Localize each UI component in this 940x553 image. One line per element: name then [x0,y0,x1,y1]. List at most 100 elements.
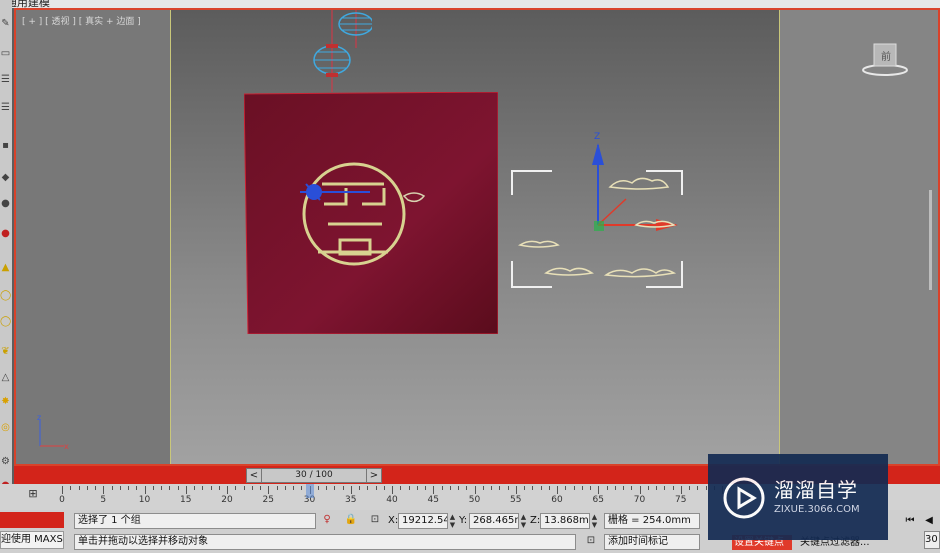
trackbar-cursor[interactable] [305,484,314,498]
trackbar-tick [705,486,707,490]
trackbar-tick [359,486,360,490]
view-cube-face-label: 前 [881,52,891,63]
trackbar-tick [507,486,509,490]
light-icon[interactable]: ◆ [0,172,11,184]
trackbar-tick [697,486,699,490]
watermark-title: 溜溜自学 [774,478,858,502]
previous-frame-icon[interactable]: ◀ [921,514,937,528]
viewport-right-handle[interactable] [923,180,938,300]
trackbar-tick [664,486,666,490]
record-icon[interactable]: ● [0,228,11,240]
trackbar-tick [95,486,96,490]
trackbar-tick [62,486,63,494]
trackbar-tick [276,486,278,490]
viewport-label[interactable]: [ + ] [ 透视 ] [ 真实 + 边面 ] [22,14,141,27]
lantern-objects[interactable] [292,10,372,92]
svg-text:z: z [37,413,41,422]
trackbar-tick [111,486,113,490]
trackbar-tick [194,486,195,490]
x-spinner[interactable]: ▲ ▼ [449,513,456,529]
trackbar-tick [540,486,542,490]
list-icon[interactable]: ☰ [0,74,11,86]
trackbar-tick [656,486,657,490]
time-slider[interactable]: < 30 / 100 > [246,468,382,483]
box-icon[interactable]: ▪ [0,140,11,152]
y-spinner[interactable]: ▲ ▼ [520,513,527,529]
trackbar-tick [647,486,649,490]
trackbar-tick [210,486,212,490]
ring-icon[interactable]: ◎ [0,422,11,434]
go-to-start-icon[interactable]: ⏮ [902,514,918,528]
trackbar-tick-label: 0 [59,495,65,505]
trackbar-tick-label: 65 [592,495,604,505]
z-coordinate-field[interactable]: 13.868mm [540,513,590,529]
trackbar-tick [202,486,204,490]
trackbar-tick [326,486,327,490]
y-coordinate-field[interactable]: 268.465mr [469,513,519,529]
play-logo-icon [723,477,765,519]
paint-icon[interactable]: ✎ [0,18,11,30]
add-time-tag[interactable]: 添加时间标记 [604,534,700,550]
title-bar: ?通用建模 [0,0,940,9]
torus-icon[interactable]: ◯ [0,290,11,302]
trackbar-tick [689,486,690,490]
time-next-button[interactable]: > [366,469,381,482]
trackbar-tick [301,486,303,490]
lock-icon[interactable]: 🔒 [344,513,358,527]
time-slider-label[interactable]: 30 / 100 [261,469,367,482]
absolute-mode-icon[interactable]: ⊡ [368,513,382,527]
time-tag-icon[interactable]: ⊡ [584,534,598,548]
x-coordinate-field[interactable]: 19212.545 [398,513,448,529]
watermark-url: ZIXUE.3066.COM [774,504,860,515]
trackbar-tick [400,486,402,490]
triangle-icon[interactable]: △ [0,372,11,384]
trackbar-tick-label: 70 [633,495,646,505]
trackbar-tick [350,486,352,494]
trackbar-tick [557,486,558,494]
trackbar-tick-label: 10 [138,495,151,505]
star-icon[interactable]: ✸ [0,396,11,408]
tool-icon[interactable]: ⚙ [0,456,11,468]
trackbar-tick-label: 50 [468,495,481,505]
trackbar-tick [449,486,451,490]
trackbar-tick [408,486,410,490]
perspective-viewport[interactable]: [ + ] [ 透视 ] [ 真实 + 边面 ] Z z x 前 [14,8,940,466]
trackbar-tick [466,486,468,490]
trackbar-tick [392,486,393,494]
trackbar-tick-label: 55 [510,495,522,505]
trackbar-tick-label: 20 [221,495,233,505]
left-toolbar: ✎ ▭ ☰ ☰ ▪ ◆ ● ● ▲ ◯ ◯ ❦ △ ✸ ◎ ⚙ ● [0,0,12,510]
list-icon-2[interactable]: ☰ [0,102,11,114]
time-prev-button[interactable]: < [247,469,262,482]
trackbar-tick [70,486,72,490]
trackbar-tick-label: 40 [386,495,398,505]
trackbar-tick [425,486,426,490]
prompt-line: 单击并拖动以选择并移动对象 [74,534,576,550]
trackbar-tick-label: 75 [675,495,687,505]
isolate-icon[interactable]: ♀ [320,513,334,527]
trackbar-tick [235,486,237,490]
trackbar-tick [565,486,567,490]
trackbar-tick [86,486,88,490]
sphere-icon[interactable]: ● [0,198,11,210]
trackbar-tick [631,486,633,490]
cone-icon[interactable]: ▲ [0,262,11,274]
trackbar-tick [532,486,534,490]
current-frame-field[interactable]: 30 [924,531,940,549]
maxscript-listener[interactable]: 迎使用 MAXScr [0,531,64,549]
panel-icon[interactable]: ▭ [0,48,11,60]
z-spinner[interactable]: ▲ ▼ [591,513,598,529]
leaf-icon[interactable]: ❦ [0,346,11,358]
viewport-margin-left [16,10,170,464]
trackbar-tick-label: 60 [551,495,563,505]
trackbar-tick [623,486,624,490]
trackbar-tick [499,486,501,490]
red-panel-object[interactable] [244,92,498,334]
circle-icon[interactable]: ◯ [0,316,11,328]
trackbar-tick [128,486,129,490]
y-label: Y: [459,515,468,526]
cloud-group-object[interactable]: Z [506,125,706,295]
trackbar-tick [606,486,608,490]
x-label: X: [388,515,399,526]
z-label: Z: [530,515,541,526]
